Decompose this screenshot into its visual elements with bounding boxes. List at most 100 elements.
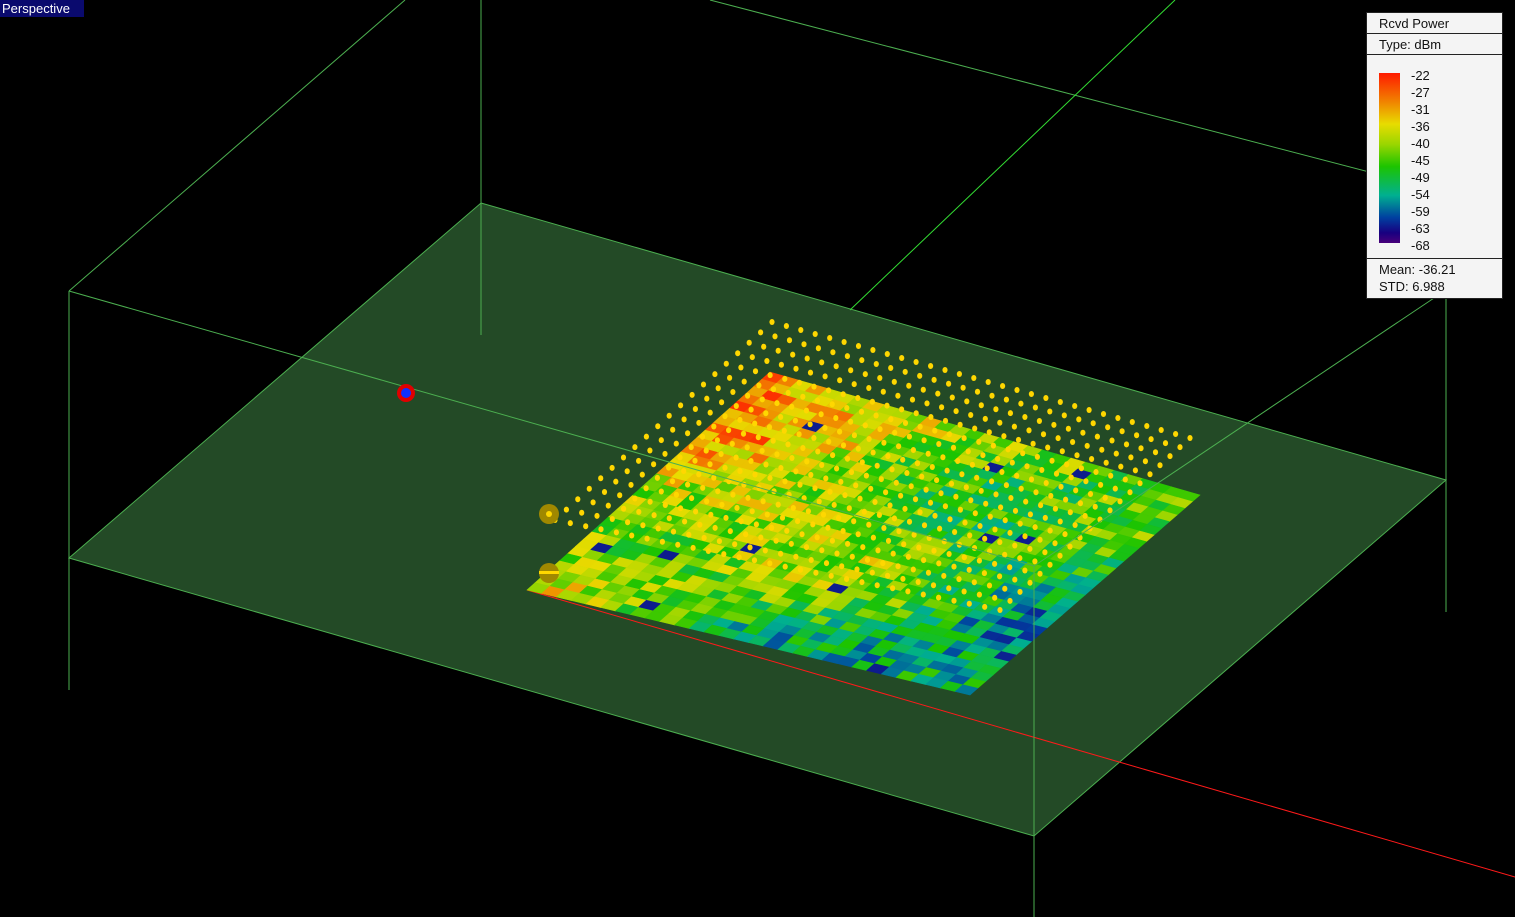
receiver-point xyxy=(844,455,851,462)
receiver-point xyxy=(801,341,807,348)
receiver-point xyxy=(666,412,672,419)
receiver-point xyxy=(917,372,923,379)
legend-type: Type: dBm xyxy=(1367,34,1502,55)
receiver-point xyxy=(909,396,916,403)
receiver-point xyxy=(1115,415,1121,421)
receiver-point xyxy=(906,433,913,440)
receiver-point xyxy=(868,485,874,492)
receiver-point xyxy=(662,502,668,508)
receiver-point xyxy=(583,523,589,530)
receiver-point xyxy=(919,473,925,480)
receiver-point xyxy=(998,504,1004,511)
receiver-point xyxy=(760,498,766,505)
receiver-point xyxy=(703,447,709,454)
receiver-point xyxy=(845,540,851,547)
receiver-point xyxy=(1094,433,1100,440)
receiver-point xyxy=(1032,524,1038,531)
receiver-point xyxy=(1127,489,1133,496)
receiver-point xyxy=(839,563,845,570)
receiver-point xyxy=(989,392,995,399)
receiver-point xyxy=(779,514,786,521)
receiver-point xyxy=(1109,437,1115,444)
3d-viewport[interactable] xyxy=(0,0,1515,917)
receiver-point xyxy=(790,351,796,358)
receiver-point xyxy=(961,588,967,595)
receiver-point xyxy=(1067,509,1073,516)
receiver-point xyxy=(1057,399,1063,405)
receiver-point xyxy=(789,455,795,461)
receiver-point xyxy=(833,363,839,370)
receiver-point xyxy=(654,474,661,481)
receiver-point xyxy=(1132,467,1138,474)
receiver-point xyxy=(902,505,908,512)
receiver-point xyxy=(906,382,912,389)
receiver-point xyxy=(749,354,755,361)
receiver-point xyxy=(870,449,876,456)
receiver-point xyxy=(1113,450,1119,457)
receiver-point xyxy=(769,319,775,325)
receiver-point xyxy=(1082,512,1088,519)
receiver-point xyxy=(986,429,992,436)
receiver-point xyxy=(992,526,998,533)
receiver-point xyxy=(977,523,983,529)
receiver-point xyxy=(730,389,736,395)
receiver-point xyxy=(989,478,995,485)
receiver-point xyxy=(992,560,998,567)
receiver-point xyxy=(673,440,679,447)
receiver-point xyxy=(888,365,894,371)
receiver-point xyxy=(705,548,712,554)
receiver-point xyxy=(673,491,680,498)
transmitter[interactable] xyxy=(397,384,415,402)
receiver-point xyxy=(643,485,649,492)
receiver-point xyxy=(729,440,735,447)
receiver-point xyxy=(792,417,799,424)
tick-label: -59 xyxy=(1411,204,1430,219)
receiver-point xyxy=(1059,448,1065,455)
receiver-point xyxy=(1137,480,1143,487)
receiver-point xyxy=(876,512,883,518)
receiver-point xyxy=(788,540,794,547)
receiver-point xyxy=(869,398,876,405)
receiver-point xyxy=(949,394,955,401)
receiver-point xyxy=(1001,433,1007,440)
receiver-point xyxy=(1014,472,1020,479)
receiver-point xyxy=(733,403,739,409)
receiver-point xyxy=(900,575,906,582)
receiver-point xyxy=(899,355,905,361)
receiver-point xyxy=(953,408,959,415)
receiver-point xyxy=(948,480,955,487)
receiver-point xyxy=(906,518,913,525)
receiver-point xyxy=(984,465,990,472)
receiver-point xyxy=(978,402,984,409)
receiver-point xyxy=(1022,414,1028,420)
receiver-point xyxy=(1043,480,1049,486)
receiver-point xyxy=(677,454,683,461)
tick-label: -36 xyxy=(1411,119,1430,134)
receiver-point xyxy=(1074,452,1080,459)
receiver-point xyxy=(782,375,788,382)
receiver-point xyxy=(1073,487,1079,494)
receiver-point xyxy=(662,450,668,457)
receiver-point xyxy=(808,471,814,478)
receiver-point xyxy=(753,521,760,528)
receiver-point xyxy=(1152,449,1159,456)
receiver-point xyxy=(681,468,687,474)
receiver-point xyxy=(874,582,880,589)
box-edge xyxy=(709,0,1447,193)
receiver-point xyxy=(1028,476,1035,483)
receiver-point xyxy=(981,570,988,577)
receiver-point xyxy=(1167,453,1173,460)
receiver-point xyxy=(895,392,901,399)
receiver-point xyxy=(721,551,727,558)
receiver-point xyxy=(921,557,927,564)
tick-label: -22 xyxy=(1411,68,1430,83)
receiver-point xyxy=(745,392,751,399)
receiver-point xyxy=(978,487,984,494)
receiver-point xyxy=(1090,420,1096,427)
receiver-point xyxy=(825,524,831,531)
receiver-point xyxy=(1103,459,1109,466)
receiver-point xyxy=(916,544,922,551)
receiver-point xyxy=(1087,491,1094,497)
receiver-point xyxy=(767,475,773,481)
receiver-point xyxy=(830,349,836,356)
